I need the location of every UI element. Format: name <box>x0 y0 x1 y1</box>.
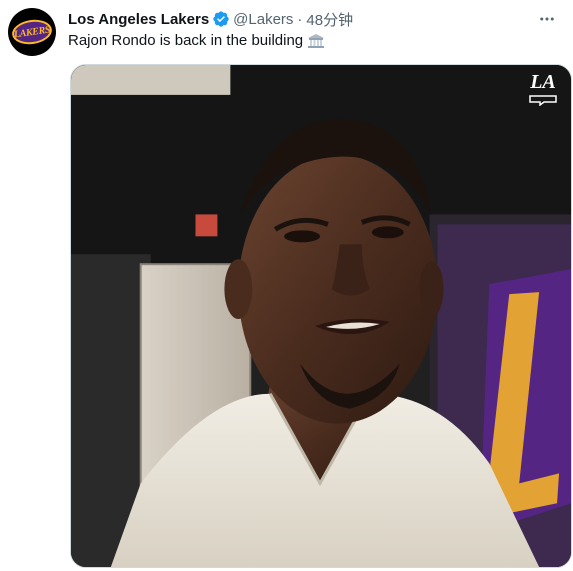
tweet[interactable]: LAKERS Los Angeles Lakers @Lakers · 48分钟… <box>0 0 573 571</box>
watermark-text: LA <box>530 71 556 93</box>
more-options-icon[interactable] <box>537 9 557 29</box>
author-name[interactable]: Los Angeles Lakers <box>68 11 209 28</box>
lakers-logo-icon: LAKERS <box>10 17 54 47</box>
classical-building-emoji-icon <box>308 33 325 48</box>
verified-badge-icon <box>213 11 229 27</box>
author-avatar[interactable]: LAKERS <box>8 8 56 56</box>
tweet-header: Los Angeles Lakers @Lakers · 48分钟 <box>68 9 561 29</box>
video-frame-image <box>71 65 571 567</box>
tweet-timestamp[interactable]: 48分钟 <box>306 9 353 30</box>
tweet-video[interactable]: LA <box>70 64 572 568</box>
la-watermark-icon: LA <box>525 71 561 111</box>
tweet-body: Rajon Rondo is back in the building <box>68 32 325 49</box>
avatar-logo-text: LAKERS <box>13 24 51 40</box>
author-handle[interactable]: @Lakers <box>233 11 293 28</box>
separator-dot: · <box>297 10 303 28</box>
tweet-text: Rajon Rondo is back in the building <box>68 32 304 49</box>
